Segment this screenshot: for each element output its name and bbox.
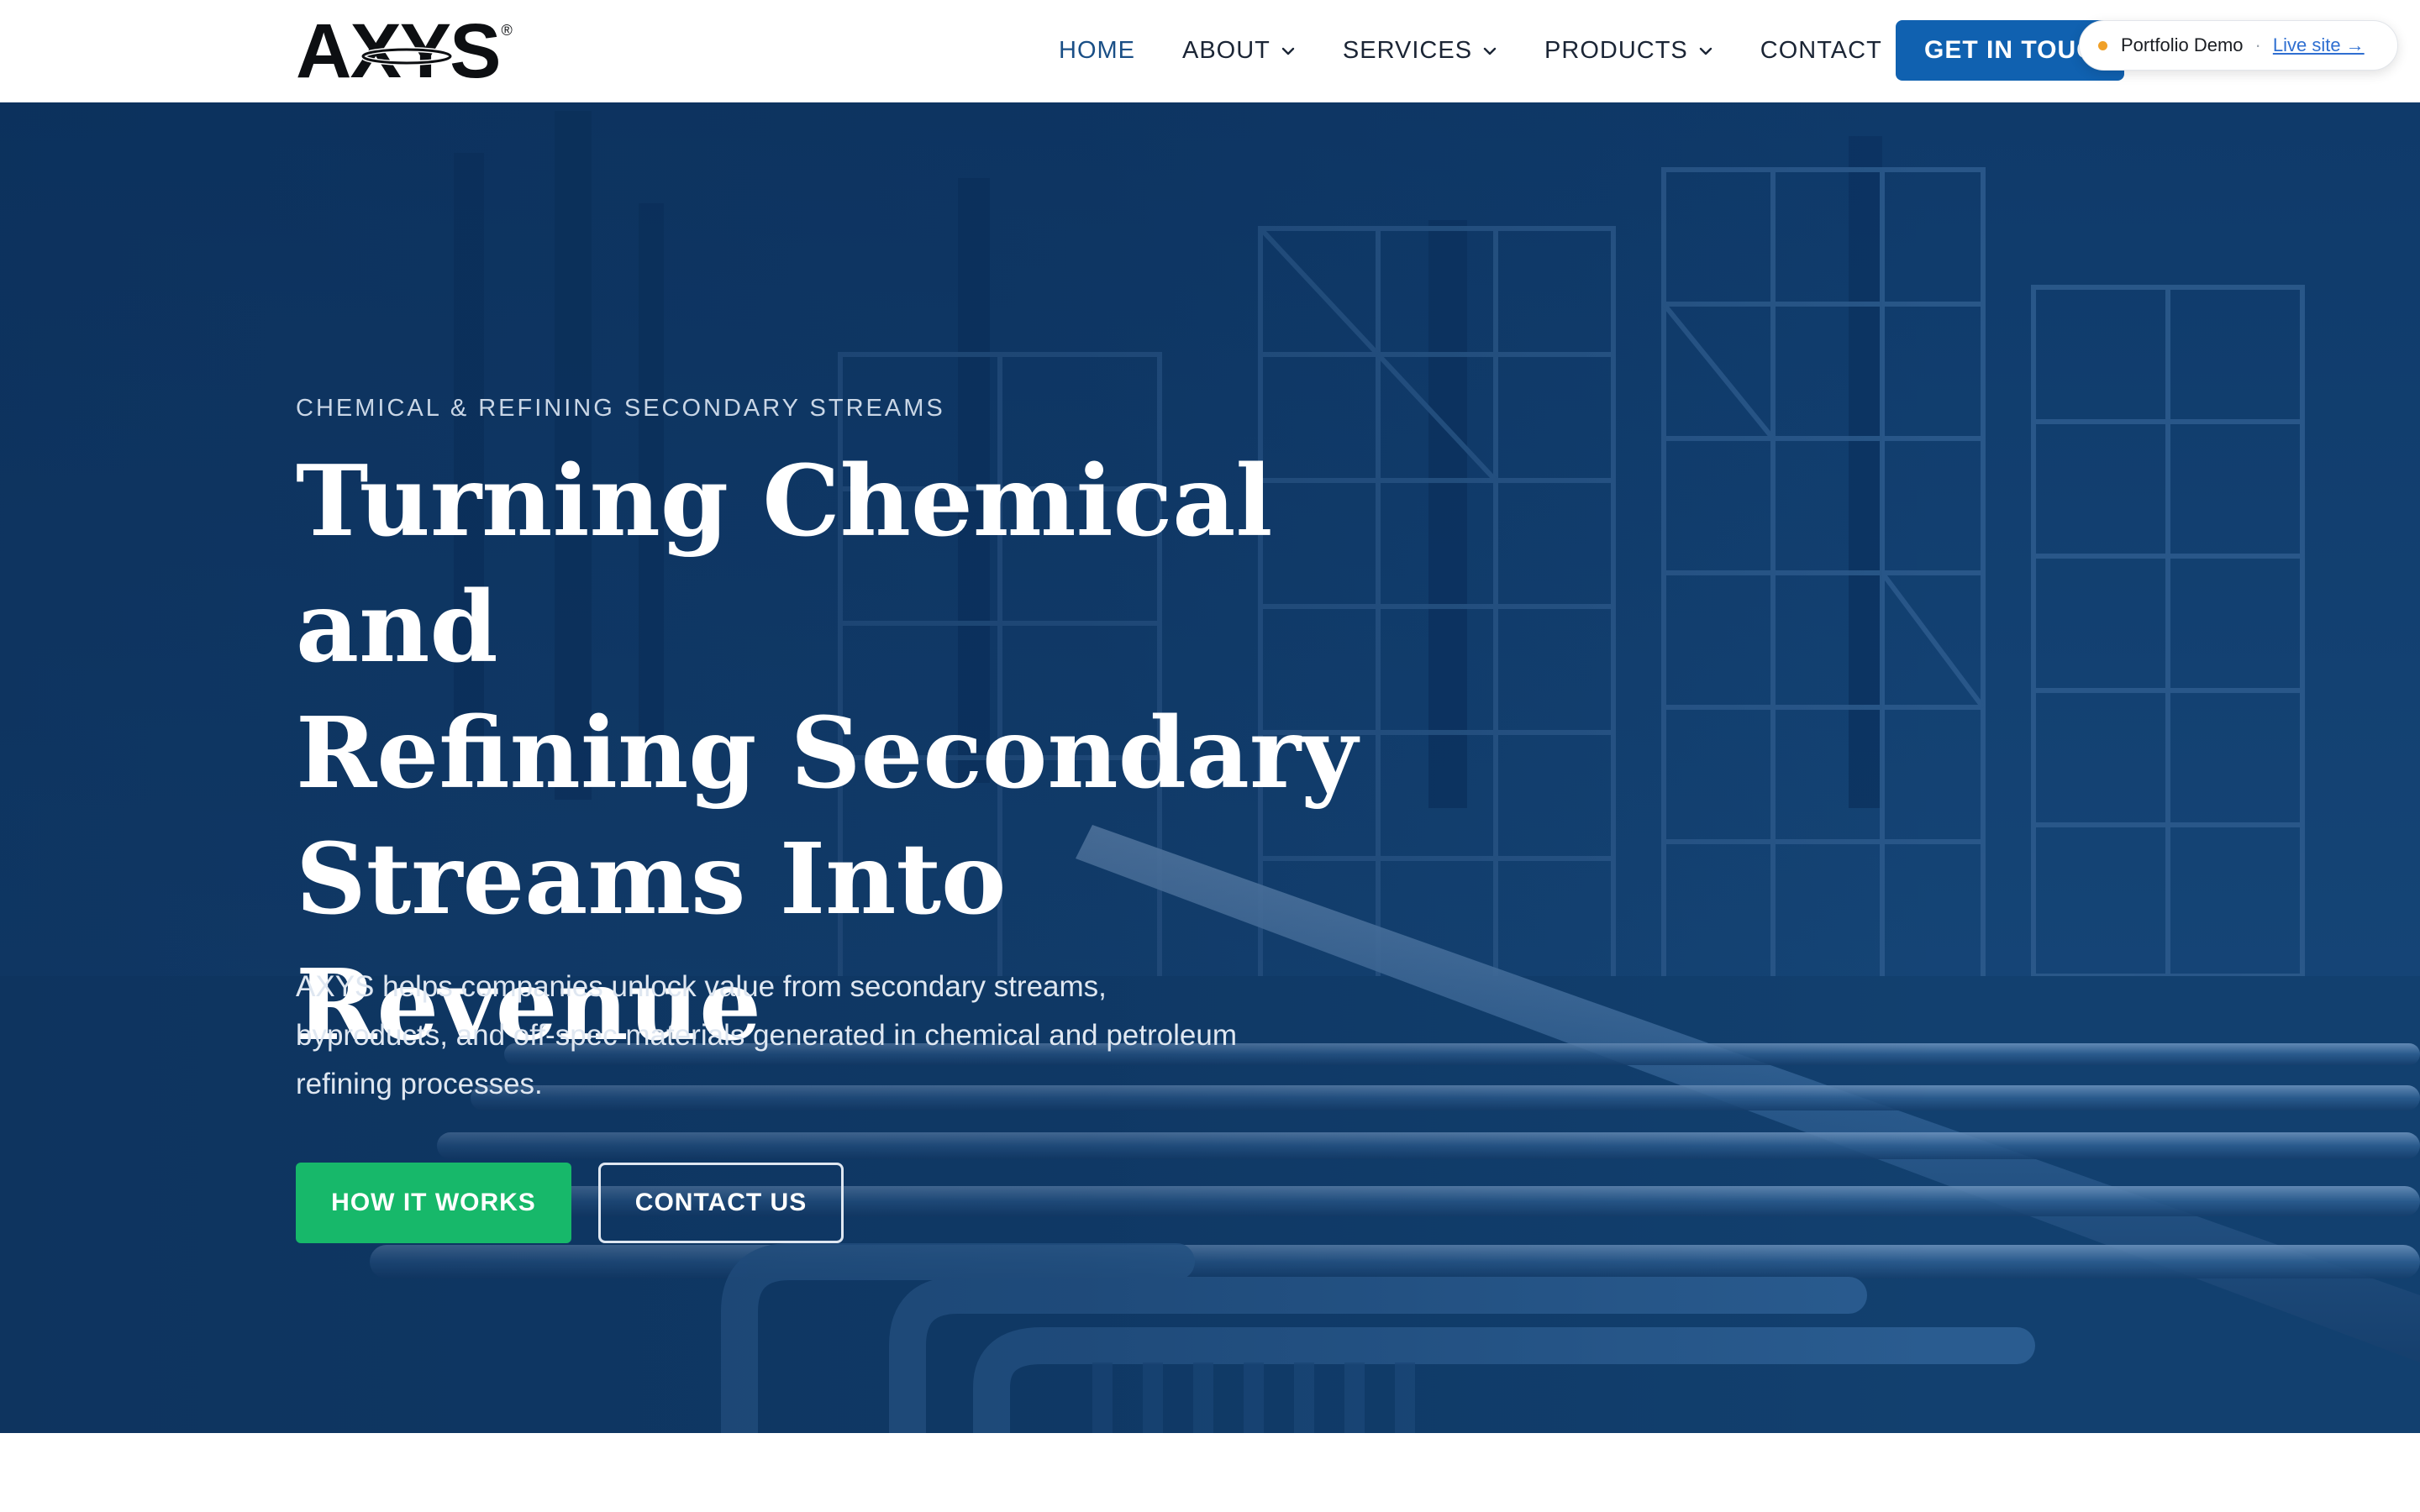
headline-line: Refining Secondary [296,696,1358,811]
nav-item-about[interactable]: ABOUT [1182,0,1296,102]
live-site-link[interactable]: Live site → [2273,34,2365,56]
demo-badge-separator: · [2254,34,2261,55]
chevron-down-icon [1483,47,1497,55]
how-it-works-button[interactable]: HOW IT WORKS [296,1163,571,1243]
status-dot-icon [2098,40,2107,50]
hero-eyebrow: CHEMICAL & REFINING SECONDARY STREAMS [296,395,945,422]
registered-mark: ® [501,22,513,39]
site-header: AXYS ® HOME ABOUT SERVICES PRODUCTS CONT… [0,0,2420,102]
logo-orbit-icon [360,47,453,66]
portfolio-demo-badge: Portfolio Demo · Live site → [2079,20,2398,71]
nav-item-label: CONTACT [1760,37,1882,64]
nav-item-label: HOME [1059,37,1135,64]
demo-badge-label: Portfolio Demo [2121,34,2244,55]
nav-item-services[interactable]: SERVICES [1343,0,1497,102]
nav-item-label: ABOUT [1182,37,1270,64]
chevron-down-icon [1281,47,1295,55]
contact-us-button[interactable]: CONTACT US [598,1163,844,1243]
nav-item-products[interactable]: PRODUCTS [1544,0,1713,102]
nav-item-label: SERVICES [1342,37,1473,64]
hero-section: CHEMICAL & REFINING SECONDARY STREAMS Tu… [0,102,2420,1433]
headline-line: Turning Chemical and [296,444,1273,685]
axys-logo[interactable]: AXYS ® [296,13,513,90]
main-nav: HOME ABOUT SERVICES PRODUCTS CONTACT [1059,0,1929,102]
nav-item-home[interactable]: HOME [1059,0,1135,102]
hero-lead: AXYS helps companies unlock value from s… [296,970,1237,1100]
nav-item-contact[interactable]: CONTACT [1760,0,1882,102]
chevron-down-icon [1699,47,1712,55]
nav-item-label: PRODUCTS [1544,37,1688,64]
